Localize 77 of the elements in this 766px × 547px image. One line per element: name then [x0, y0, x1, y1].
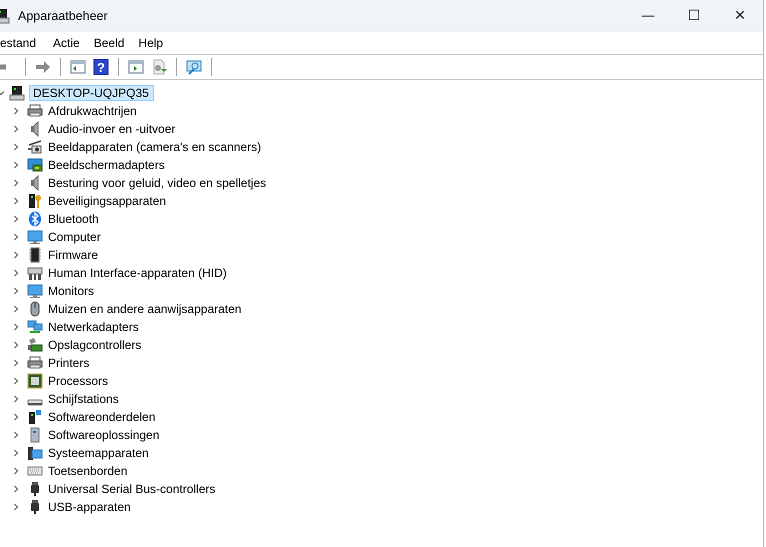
expand-icon[interactable] [12, 269, 20, 277]
tree-item[interactable]: Besturing voor geluid, video en spelletjes [48, 176, 266, 190]
expand-icon[interactable] [12, 125, 20, 133]
camera-icon [27, 139, 43, 155]
expand-icon[interactable] [12, 431, 20, 439]
menu-item[interactable]: Help [131, 36, 170, 50]
tree-item[interactable]: Computer [48, 230, 101, 244]
tree-item[interactable]: Netwerkadapters [48, 320, 139, 334]
printer-icon [27, 355, 43, 371]
expand-icon[interactable] [12, 161, 20, 169]
expand-icon[interactable] [12, 251, 20, 259]
tree-item[interactable]: Afdrukwachtrijen [48, 104, 137, 118]
tree-item[interactable]: Human Interface-apparaten (HID) [48, 266, 227, 280]
menu-item[interactable]: Beeld [86, 36, 132, 50]
forward-arrow-icon[interactable] [35, 59, 51, 75]
printer-icon [27, 103, 43, 119]
monitor-search-icon[interactable] [186, 59, 202, 75]
expand-icon[interactable] [12, 377, 20, 385]
expand-icon[interactable] [12, 449, 20, 457]
expand-icon[interactable] [12, 233, 20, 241]
tree-item[interactable]: USB-apparaten [48, 500, 131, 514]
drive-icon [27, 398, 43, 406]
menu-item[interactable]: estand [0, 36, 44, 50]
chip-icon [27, 247, 43, 263]
menu-item[interactable]: Actie [46, 36, 87, 50]
processor-icon [27, 373, 43, 389]
tree-item[interactable]: Monitors [48, 284, 94, 298]
maximize-button[interactable]: ☐ [671, 0, 717, 32]
tree-item[interactable]: Audio-invoer en -uitvoer [48, 122, 176, 136]
help-icon[interactable]: ? [93, 59, 109, 75]
expand-icon[interactable] [12, 287, 20, 295]
tree-item[interactable]: Beeldschermadapters [48, 158, 165, 172]
component-icon [27, 409, 43, 425]
expand-icon[interactable] [12, 143, 20, 151]
monitor-icon [27, 283, 43, 299]
expand-icon[interactable] [12, 197, 20, 205]
expand-icon[interactable] [12, 413, 20, 421]
expand-icon[interactable] [12, 341, 20, 349]
hid-icon [27, 265, 43, 281]
expand-icon[interactable] [12, 323, 20, 331]
expand-icon[interactable] [12, 467, 20, 475]
monitor-icon [27, 157, 43, 173]
expand-icon[interactable] [12, 503, 20, 511]
monitor-icon [27, 229, 43, 245]
tree-item[interactable]: Processors [48, 374, 108, 388]
storage-icon [27, 337, 43, 353]
tree-item[interactable]: Softwareonderdelen [48, 410, 156, 424]
close-button[interactable]: ✕ [717, 0, 763, 32]
expand-icon[interactable] [12, 215, 20, 223]
tree-item[interactable]: Firmware [48, 248, 98, 262]
expand-icon[interactable] [12, 305, 20, 313]
expand-icon[interactable] [12, 179, 20, 187]
bluetooth-icon [27, 211, 43, 227]
key-icon [27, 193, 43, 209]
computer-icon [9, 85, 25, 101]
tree-item[interactable]: Universal Serial Bus-controllers [48, 482, 216, 496]
minimize-button[interactable]: — [625, 0, 671, 32]
tree-item[interactable]: Muizen en andere aanwijsapparaten [48, 302, 242, 316]
window-panel-icon[interactable] [70, 59, 86, 75]
tree-item[interactable]: Bluetooth [48, 212, 99, 226]
tree-item[interactable]: Schijfstations [48, 392, 119, 406]
expand-icon[interactable] [12, 485, 20, 493]
tree-item[interactable]: Opslagcontrollers [48, 338, 142, 352]
expand-icon[interactable] [12, 395, 20, 403]
tree-item[interactable]: Beeldapparaten (camera's en scanners) [48, 140, 262, 154]
tree-item[interactable]: Softwareoplossingen [48, 428, 160, 442]
network-icon [27, 319, 43, 335]
window-panel-icon[interactable] [128, 59, 144, 75]
tree-item[interactable]: Printers [48, 356, 90, 370]
computer-icon [27, 445, 43, 461]
tree-item[interactable]: Toetsenborden [48, 464, 128, 478]
tree-item[interactable]: DESKTOP-UQJPQ35 [29, 85, 154, 101]
tree-item[interactable]: Beveiligingsapparaten [48, 194, 166, 208]
window-title: Apparaatbeheer [18, 9, 109, 23]
tree-item[interactable]: Systeemapparaten [48, 446, 149, 460]
expand-icon[interactable] [12, 107, 20, 115]
expand-icon[interactable] [12, 359, 20, 367]
